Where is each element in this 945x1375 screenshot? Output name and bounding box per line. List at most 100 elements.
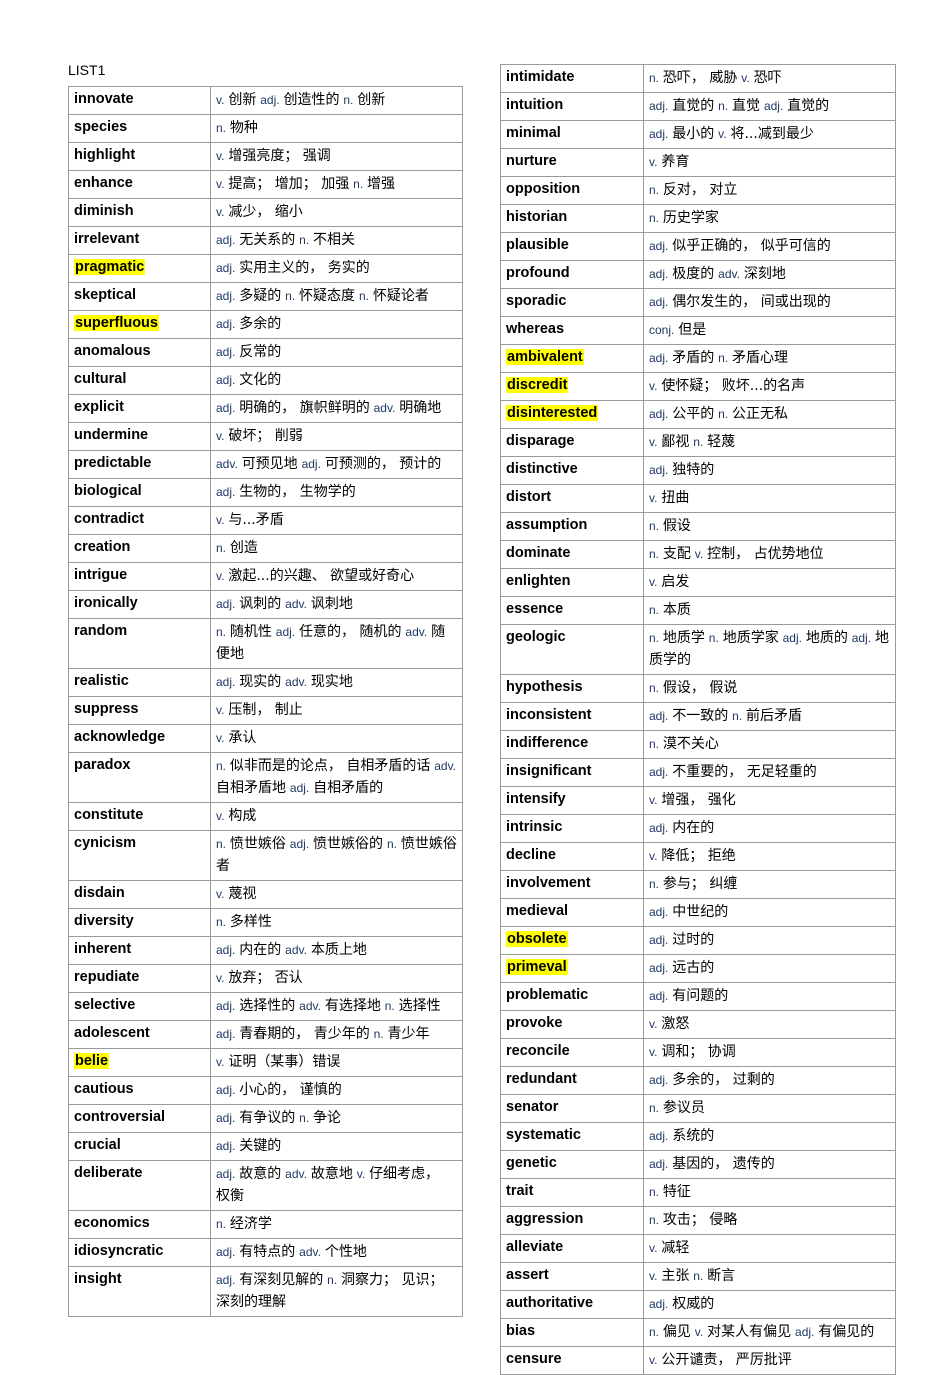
vocabulary-row: inherent adj. 内在的 adv. 本质上地 bbox=[68, 936, 463, 965]
part-of-speech-tag: adj. bbox=[216, 1245, 236, 1259]
vocabulary-word: random bbox=[68, 618, 211, 669]
vocabulary-word: indifference bbox=[500, 730, 644, 759]
vocabulary-word: reconcile bbox=[500, 1038, 644, 1067]
definition-text: 地质学 bbox=[662, 630, 705, 646]
vocabulary-word: sporadic bbox=[500, 288, 644, 317]
part-of-speech-tag: v. bbox=[216, 177, 225, 191]
highlight-marker: disinterested bbox=[506, 405, 599, 421]
part-of-speech-tag: adv. bbox=[718, 267, 740, 281]
vocabulary-definition: n. 假设 bbox=[643, 512, 896, 541]
vocabulary-definition: v. 养育 bbox=[643, 148, 896, 177]
definition-text: 公正无私 bbox=[732, 406, 789, 422]
part-of-speech-tag: adj. bbox=[649, 1073, 669, 1087]
definition-text: 实用主义的， 务实的 bbox=[239, 260, 370, 276]
part-of-speech-tag: adj. bbox=[216, 1139, 236, 1153]
part-of-speech-tag: n. bbox=[732, 709, 743, 723]
vocabulary-word: ambivalent bbox=[500, 344, 644, 373]
part-of-speech-tag: adj. bbox=[216, 1027, 236, 1041]
part-of-speech-tag: n. bbox=[649, 1101, 660, 1115]
part-of-speech-tag: v. bbox=[649, 491, 658, 505]
highlight-marker: obsolete bbox=[506, 931, 568, 947]
part-of-speech-tag: n. bbox=[718, 407, 729, 421]
definition-text: 支配 bbox=[662, 546, 691, 562]
part-of-speech-tag: adj. bbox=[289, 781, 310, 795]
part-of-speech-tag: v. bbox=[649, 1353, 658, 1367]
vocabulary-word: plausible bbox=[500, 232, 644, 261]
definition-text: 自相矛盾的 bbox=[313, 780, 384, 796]
vocabulary-word: belie bbox=[68, 1048, 211, 1077]
definition-text: 参与； 纠缠 bbox=[662, 876, 738, 892]
definition-text: 攻击； 侵略 bbox=[662, 1212, 738, 1228]
vocabulary-definition: v. 证明（某事）错误 bbox=[210, 1048, 463, 1077]
definition-text: 生物的， 生物学的 bbox=[239, 484, 356, 500]
definition-text: 减少， 缩小 bbox=[228, 204, 303, 220]
vocabulary-definition: n. 本质 bbox=[643, 596, 896, 625]
vocabulary-word: suppress bbox=[68, 696, 211, 725]
part-of-speech-tag: n. bbox=[216, 1217, 227, 1231]
part-of-speech-tag: v. bbox=[649, 1017, 658, 1031]
vocabulary-row: discredit v. 使怀疑； 败坏...的名声 bbox=[500, 372, 896, 401]
vocabulary-word: essence bbox=[500, 596, 644, 625]
definition-text: 反对， 对立 bbox=[662, 182, 738, 198]
definition-text: 选择性的 bbox=[239, 998, 296, 1014]
vocabulary-row: decline v. 降低； 拒绝 bbox=[500, 842, 896, 871]
vocabulary-row: disparage v. 鄙视 n. 轻蔑 bbox=[500, 428, 896, 457]
vocabulary-word: opposition bbox=[500, 176, 644, 205]
vocabulary-row: assert v. 主张 n. 断言 bbox=[500, 1262, 896, 1291]
vocabulary-definition: n. 似非而是的论点， 自相矛盾的话 adv. 自相矛盾地 adj. 自相矛盾的 bbox=[210, 752, 463, 803]
definition-text: 启发 bbox=[661, 574, 690, 590]
vocabulary-definition: adj. 有争议的 n. 争论 bbox=[210, 1104, 463, 1133]
vocabulary-definition: v. 构成 bbox=[210, 802, 463, 831]
vocabulary-row: distinctive adj. 独特的 bbox=[500, 456, 896, 485]
part-of-speech-tag: adj. bbox=[649, 351, 669, 365]
definition-text: 似非而是的论点， 自相矛盾的话 bbox=[229, 758, 431, 774]
vocabulary-definition: n. 偏见 v. 对某人有偏见 adj. 有偏见的 bbox=[643, 1318, 896, 1347]
part-of-speech-tag: v. bbox=[649, 435, 658, 449]
definition-text: 压制， 制止 bbox=[228, 702, 303, 718]
highlight-marker: discredit bbox=[506, 377, 569, 393]
part-of-speech-tag: adv. bbox=[285, 675, 307, 689]
vocabulary-row: plausible adj. 似乎正确的， 似乎可信的 bbox=[500, 232, 896, 261]
vocabulary-definition: v. 降低； 拒绝 bbox=[643, 842, 896, 871]
vocabulary-word: ironically bbox=[68, 590, 211, 619]
definition-text: 激怒 bbox=[661, 1016, 690, 1032]
definition-text: 矛盾的 bbox=[672, 350, 715, 366]
vocabulary-row: geologic n. 地质学 n. 地质学家 adj. 地质的 adj. 地质学… bbox=[500, 624, 896, 675]
definition-text: 假设， 假说 bbox=[662, 680, 738, 696]
vocabulary-definition: v. 增强亮度； 强调 bbox=[210, 142, 463, 171]
definition-text: 降低； 拒绝 bbox=[661, 848, 736, 864]
vocabulary-row: redundant adj. 多余的， 过剩的 bbox=[500, 1066, 896, 1095]
vocabulary-word: censure bbox=[500, 1346, 644, 1375]
vocabulary-word: alleviate bbox=[500, 1234, 644, 1263]
vocabulary-word: genetic bbox=[500, 1150, 644, 1179]
vocabulary-definition: adj. 独特的 bbox=[643, 456, 896, 485]
part-of-speech-tag: adj. bbox=[649, 989, 669, 1003]
vocabulary-word: bias bbox=[500, 1318, 644, 1347]
part-of-speech-tag: adj. bbox=[649, 1297, 669, 1311]
definition-text: 提高； 增加； 加强 bbox=[228, 176, 350, 192]
vocabulary-word: idiosyncratic bbox=[68, 1238, 211, 1267]
definition-text: 愤世嫉俗的 bbox=[313, 836, 384, 852]
vocabulary-row: minimal adj. 最小的 v. 将...减到最少 bbox=[500, 120, 896, 149]
part-of-speech-tag: n. bbox=[649, 681, 660, 695]
vocabulary-definition: adj. 多余的， 过剩的 bbox=[643, 1066, 896, 1095]
vocabulary-row: paradox n. 似非而是的论点， 自相矛盾的话 adv. 自相矛盾地 adj… bbox=[68, 752, 463, 803]
definition-text: 但是 bbox=[678, 322, 707, 338]
part-of-speech-tag: adj. bbox=[216, 233, 236, 247]
vocabulary-row: repudiate v. 放弃； 否认 bbox=[68, 964, 463, 993]
vocabulary-definition: v. 增强， 强化 bbox=[643, 786, 896, 815]
vocabulary-word: adolescent bbox=[68, 1020, 211, 1049]
vocabulary-word: authoritative bbox=[500, 1290, 644, 1319]
part-of-speech-tag: n. bbox=[649, 1185, 660, 1199]
definition-text: 特征 bbox=[662, 1184, 691, 1200]
vocabulary-row: belie v. 证明（某事）错误 bbox=[68, 1048, 463, 1077]
definition-text: 恐吓， 威胁 bbox=[662, 70, 738, 86]
vocabulary-row: genetic adj. 基因的， 遗传的 bbox=[500, 1150, 896, 1179]
part-of-speech-tag: adj. bbox=[216, 485, 236, 499]
vocabulary-row: random n. 随机性 adj. 任意的， 随机的 adv. 随便地 bbox=[68, 618, 463, 669]
highlight-marker: ambivalent bbox=[506, 349, 584, 365]
vocabulary-definition: adj. 内在的 adv. 本质上地 bbox=[210, 936, 463, 965]
vocabulary-word: medieval bbox=[500, 898, 644, 927]
part-of-speech-tag: adj. bbox=[275, 625, 296, 639]
part-of-speech-tag: adj. bbox=[649, 821, 669, 835]
